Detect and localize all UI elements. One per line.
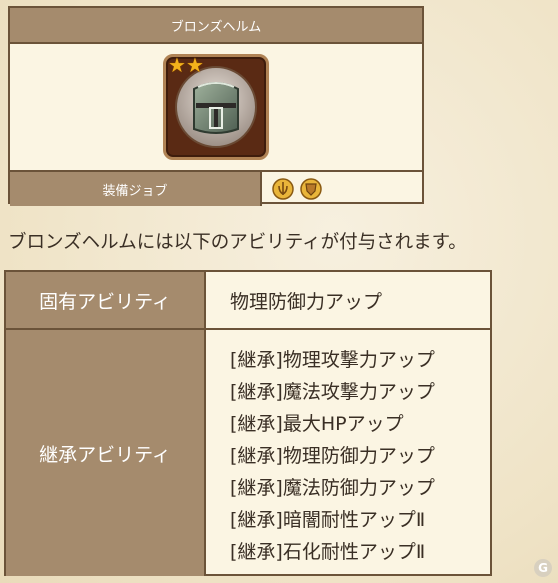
knight-crest-icon[interactable] (272, 178, 294, 200)
list-item: [継承]物理防御力アップ (230, 445, 435, 467)
item-card: ブロンズヘルム ★ ★ 装備ジョブ (8, 6, 424, 206)
rarity-stars: ★ ★ (168, 55, 204, 75)
star-icon: ★ (185, 53, 204, 77)
list-item: [継承]魔法防御力アップ (230, 477, 435, 499)
native-ability-value: 物理防御力アップ (230, 290, 383, 313)
inherited-ability-header: 継承アビリティ (6, 330, 206, 576)
item-image: ★ ★ (163, 54, 269, 160)
list-item: [継承]最大HPアップ (230, 413, 404, 435)
native-ability-row: 固有アビリティ 物理防御力アップ (6, 272, 490, 330)
intro-text: ブロンズヘルムには以下のアビリティが付与されます。 (8, 232, 467, 253)
item-name: ブロンズヘルム (10, 8, 422, 44)
job-icons (262, 172, 422, 206)
shield-crest-icon[interactable] (300, 178, 322, 200)
inherited-ability-row: 継承アビリティ [継承]物理攻撃力アップ [継承]魔法攻撃力アップ [継承]最大… (6, 330, 490, 576)
list-item: [継承]魔法攻撃力アップ (230, 381, 435, 403)
job-label: 装備ジョブ (10, 172, 262, 206)
job-row: 装備ジョブ (10, 172, 422, 206)
item-image-row: ★ ★ (10, 44, 422, 172)
ability-table: 固有アビリティ 物理防御力アップ 継承アビリティ [継承]物理攻撃力アップ [継… (4, 270, 492, 576)
inherited-ability-list: [継承]物理攻撃力アップ [継承]魔法攻撃力アップ [継承]最大HPアップ [継… (206, 330, 490, 576)
native-ability-header: 固有アビリティ (6, 272, 206, 328)
bronze-helm-icon (175, 66, 257, 148)
watermark-logo: G (534, 559, 552, 577)
list-item: [継承]物理攻撃力アップ (230, 349, 435, 371)
list-item: [継承]石化耐性アップⅡ (230, 541, 426, 563)
list-item: [継承]暗闇耐性アップⅡ (230, 509, 426, 531)
star-icon: ★ (168, 53, 186, 77)
